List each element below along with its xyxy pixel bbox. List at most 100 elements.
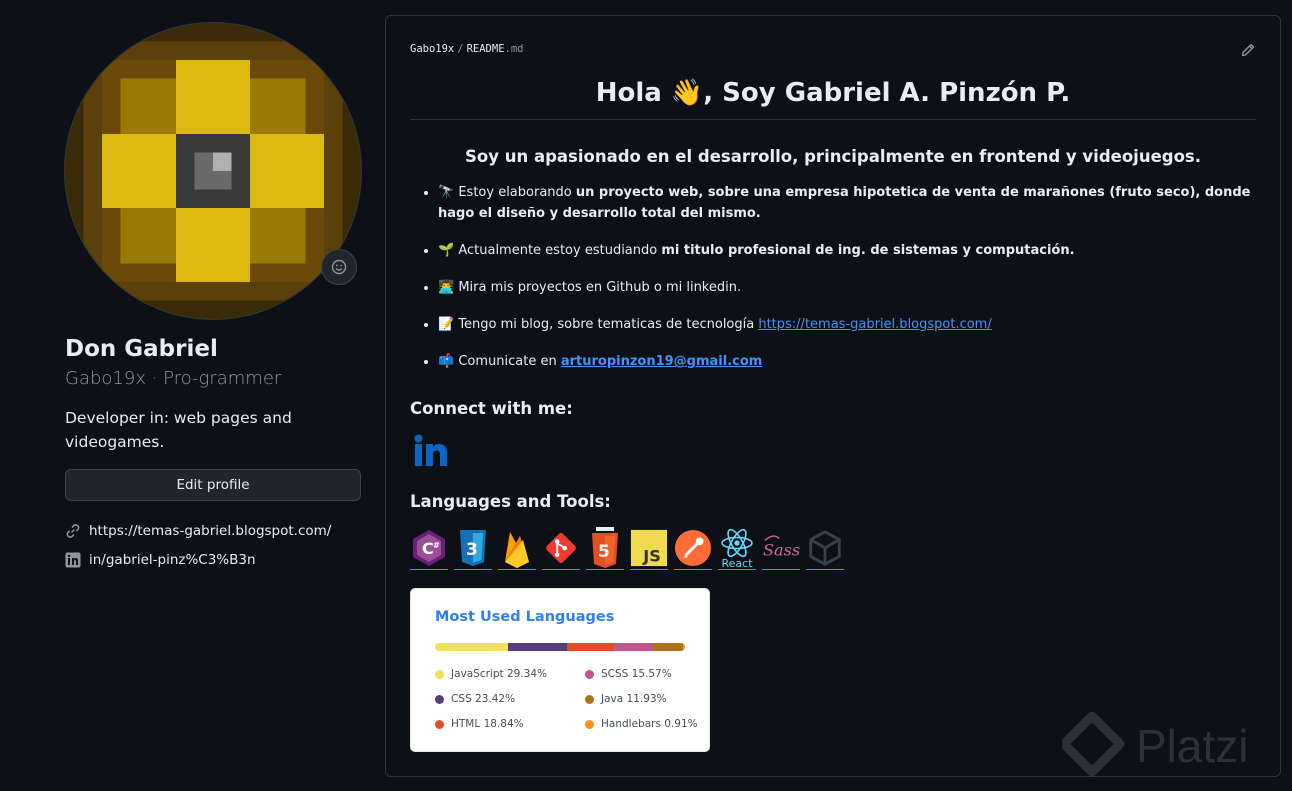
react-icon: [721, 528, 753, 557]
legend-label: Handlebars 0.91%: [601, 718, 698, 730]
smiley-icon: [331, 259, 347, 275]
edit-profile-button[interactable]: Edit profile: [65, 469, 361, 501]
item-text: Comunicate en: [458, 354, 561, 369]
legend-language-name: CSS: [451, 693, 472, 705]
edit-readme-button[interactable]: [1240, 42, 1256, 62]
item-text: Estoy elaborando: [458, 185, 576, 200]
set-status-button[interactable]: [321, 249, 357, 285]
legend-item: CSS 23.42%: [435, 692, 585, 706]
profile-bio: Developer in: web pages and videogames.: [65, 409, 292, 451]
link-icon: [66, 524, 80, 538]
legend-language-percent: 18.84%: [483, 718, 524, 730]
watermark-text: Platzi: [1136, 720, 1248, 772]
linkedin-logo-icon: [414, 434, 447, 466]
tool-link-firebase[interactable]: [498, 527, 536, 570]
legend-language-name: HTML: [451, 718, 481, 730]
linkedin-connect-link[interactable]: [414, 434, 448, 468]
avatar-pixel-art: [65, 23, 361, 319]
sass-icon: Sass: [763, 535, 800, 560]
profile-linkedin-link[interactable]: in/gabriel-pinz%C3%B3n: [65, 552, 256, 568]
readme-subtitle: Soy un apasionado en el desarrollo, prin…: [465, 147, 1201, 166]
tool-link-postman[interactable]: [674, 527, 712, 570]
unity-icon: [809, 530, 841, 566]
legend-label: JavaScript 29.34%: [451, 668, 547, 680]
git-icon: [546, 533, 576, 563]
tool-link-javascript[interactable]: JS: [630, 527, 668, 570]
breadcrumb-user[interactable]: Gabo19x: [410, 43, 454, 55]
list-item: 🌱 Actualmente estoy estudiando mi titulo…: [438, 240, 1284, 261]
legend-language-percent: 11.93%: [626, 693, 667, 705]
language-bar-segment: [613, 643, 653, 651]
mailbox-emoji: 📫: [438, 354, 455, 369]
profile-website-link[interactable]: https://temas-gabriel.blogspot.com/: [65, 523, 331, 539]
language-bar-segment: [652, 643, 683, 651]
svg-text:Sass: Sass: [763, 541, 800, 560]
language-bar-segment: [682, 643, 685, 651]
firebase-icon: [505, 532, 529, 568]
tool-link-css3[interactable]: 3: [454, 527, 492, 570]
profile-login: Gabo19x: [65, 368, 146, 389]
languages-progress-bar: [435, 643, 685, 651]
breadcrumb: Gabo19x / README.md: [410, 43, 524, 55]
legend-language-name: SCSS: [601, 668, 629, 680]
legend-dot: [585, 694, 594, 704]
tool-link-unity[interactable]: [806, 527, 844, 570]
css3-icon: 3: [460, 530, 486, 566]
csharp-icon: C #: [413, 530, 445, 566]
legend-label: Java 11.93%: [601, 693, 667, 705]
legend-label: SCSS 15.57%: [601, 668, 672, 680]
legend-label: CSS 23.42%: [451, 693, 515, 705]
platzi-watermark: Platzi: [1059, 711, 1292, 784]
list-item: 👨‍💻 Mira mis proyectos en Github o mi li…: [438, 277, 1284, 298]
list-item: 📫 Comunicate en arturopinzon19@gmail.com: [438, 351, 1284, 372]
profile-name: Don Gabriel: [65, 336, 218, 362]
breadcrumb-separator: /: [457, 43, 464, 55]
seedling-emoji: 🌱: [438, 243, 455, 258]
list-item: 📝 Tengo mi blog, sobre tematicas de tecn…: [438, 314, 1284, 335]
legend-item: Java 11.93%: [585, 692, 705, 706]
javascript-icon: JS: [630, 529, 668, 567]
legend-language-name: Handlebars: [601, 718, 661, 730]
legend-dot: [585, 669, 594, 679]
tool-link-sass[interactable]: Sass: [762, 527, 800, 570]
languages-legend: JavaScript 29.34% SCSS 15.57% CSS 23.42% Ja…: [435, 667, 705, 731]
svg-text:3: 3: [466, 540, 478, 560]
legend-language-percent: 15.57%: [631, 668, 672, 680]
breadcrumb-file[interactable]: README: [467, 43, 505, 55]
platzi-logo-icon: Platzi: [1059, 711, 1248, 777]
item-text: Actualmente estoy estudiando: [458, 243, 662, 258]
tool-link-csharp[interactable]: C #: [410, 527, 448, 570]
language-bar-segment: [508, 643, 567, 651]
legend-language-percent: 23.42%: [475, 693, 516, 705]
svg-text:JS: JS: [642, 546, 661, 565]
telescope-emoji: 🔭: [438, 185, 455, 200]
language-bar-segment: [435, 643, 509, 651]
breadcrumb-ext: .md: [504, 43, 524, 55]
linkedin-icon: [65, 552, 81, 568]
languages-heading: Languages and Tools:: [410, 492, 611, 511]
legend-dot: [435, 719, 444, 729]
item-text: Tengo mi blog, sobre tematicas de tecnol…: [458, 317, 759, 332]
svg-text:C: C: [422, 539, 434, 558]
pencil-icon: [1241, 43, 1255, 57]
email-link[interactable]: arturopinzon19@gmail.com: [561, 354, 763, 369]
readme-box: Gabo19x / README.md Hola 👋, Soy Gabriel A.…: [385, 15, 1281, 777]
legend-dot: [435, 694, 444, 704]
legend-item: Handlebars 0.91%: [585, 717, 705, 731]
item-bold: mi titulo profesional de ing. de sistema…: [661, 243, 1075, 258]
legend-language-name: JavaScript: [451, 668, 504, 680]
about-list: 🔭 Estoy elaborando un proyecto web, sobr…: [410, 182, 1284, 388]
legend-item: SCSS 15.57%: [585, 667, 705, 681]
tool-link-html5[interactable]: 5: [586, 527, 624, 570]
technologist-emoji: 👨‍💻: [438, 280, 455, 295]
tool-link-react[interactable]: React: [718, 527, 756, 570]
list-item: 🔭 Estoy elaborando un proyecto web, sobr…: [438, 182, 1284, 224]
profile-login-line: Gabo19x · Pro-grammer: [65, 368, 281, 389]
legend-label: HTML 18.84%: [451, 718, 524, 730]
login-separator: ·: [145, 368, 164, 389]
tool-link-git[interactable]: [542, 527, 580, 570]
blog-link[interactable]: https://temas-gabriel.blogspot.com/: [758, 317, 991, 332]
avatar[interactable]: [65, 23, 361, 319]
svg-text:#: #: [433, 541, 440, 550]
react-label: React: [721, 556, 753, 570]
